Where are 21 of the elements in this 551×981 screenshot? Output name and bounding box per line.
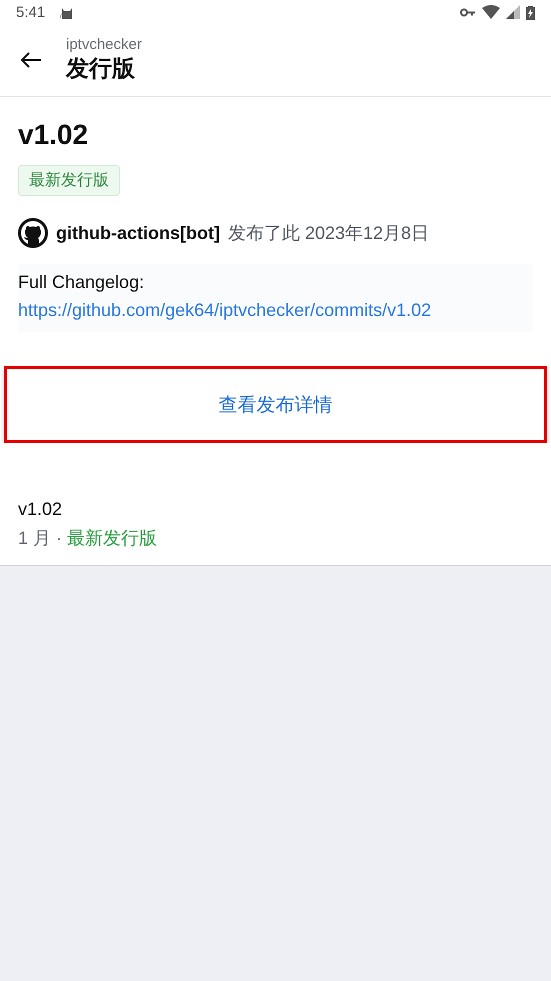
github-icon: [18, 218, 48, 248]
separator-dot: ·: [56, 527, 62, 550]
battery-icon: [526, 4, 535, 20]
back-arrow-icon: [20, 51, 42, 69]
key-icon: [460, 8, 476, 16]
back-button[interactable]: [20, 51, 42, 69]
release-version: v1.02: [18, 498, 64, 521]
author-name: github-actions[bot]: [56, 222, 220, 244]
publish-date: 发布了此 2023年12月8日: [228, 222, 430, 245]
latest-release-label: 最新发行版: [67, 527, 158, 550]
app-name: iptvchecker: [66, 36, 142, 53]
release-version: v1.02: [18, 119, 90, 151]
wifi-icon: [482, 5, 500, 19]
release-age: 1 月: [18, 527, 52, 550]
latest-release-badge: 最新发行版: [18, 165, 120, 196]
view-details-button[interactable]: 查看发布详情: [4, 366, 547, 443]
page-title: 发行版: [66, 54, 136, 83]
signal-icon: [506, 5, 520, 19]
changelog-link[interactable]: https://github.com/gek64/iptvchecker/commits/v1.02: [18, 300, 432, 320]
changelog-label: Full Changelog:: [18, 271, 146, 294]
clock: 5:41: [16, 4, 46, 20]
